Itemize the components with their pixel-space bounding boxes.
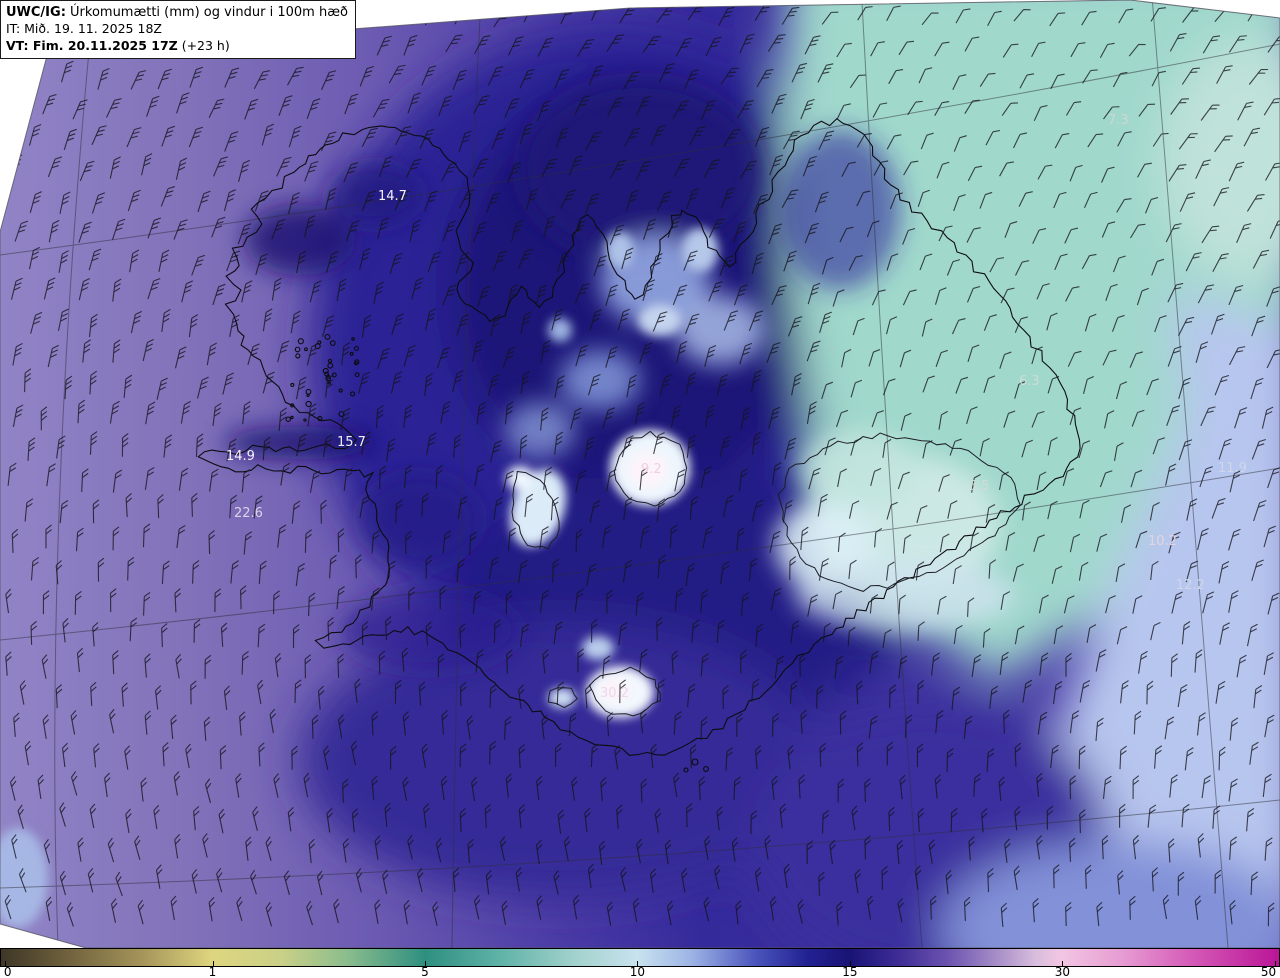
- precip-value-label: 10.2: [1148, 534, 1177, 549]
- colorbar-tick-labels: 0 1 5 10 15 30 50: [0, 965, 1280, 978]
- precip-wind-map: 14.7 15.7 14.9 22.6 9.2 30.2 7.3 6.3 6.5 11.9 10.2…: [0, 0, 1280, 948]
- init-time-line: IT: Mið. 19. 11. 2025 18Z: [6, 21, 348, 38]
- valid-label: VT:: [6, 37, 29, 53]
- map-canvas: 14.7 15.7 14.9 22.6 9.2 30.2 7.3 6.3 6.5 11.9 10.2…: [0, 0, 1280, 948]
- precip-value-label: 15.7: [337, 435, 366, 450]
- precip-value-label: 6.5: [969, 479, 990, 494]
- colorbar-tick-1: 1: [208, 965, 217, 978]
- colorbar-tick-15: 15: [842, 965, 858, 978]
- precipitation-field: [0, 0, 1280, 948]
- precip-value-label: 14.9: [226, 449, 255, 464]
- map-title-line: UWC/IG: Úrkomumætti (mm) og vindur i 100…: [6, 4, 348, 21]
- colorbar-tick-0: 0: [3, 965, 12, 978]
- precip-value-label: 30.2: [600, 686, 629, 701]
- valid-value: Fim. 20.11.2025 17Z: [28, 37, 178, 53]
- valid-offset: (+23 h): [177, 37, 230, 53]
- model-label: UWC/IG:: [6, 5, 66, 20]
- colorbar-tick-5: 5: [421, 965, 429, 978]
- colorbar-row: 0 1 5 10 15 30 50: [0, 948, 1280, 978]
- weather-map-app: 14.7 15.7 14.9 22.6 9.2 30.2 7.3 6.3 6.5 11.9 10.2…: [0, 0, 1280, 978]
- init-label: IT:: [6, 21, 21, 37]
- colorbar-tick-10: 10: [629, 965, 646, 978]
- precip-value-label: 7.3: [1108, 113, 1129, 128]
- precip-value-label: 6.3: [1019, 374, 1040, 389]
- colorbar-tick-50: 50: [1260, 965, 1277, 978]
- valid-time-line: VT: Fim. 20.11.2025 17Z (+23 h): [6, 38, 348, 55]
- colorbar-tick-30: 30: [1054, 965, 1071, 978]
- precip-value-label: 9.2: [641, 462, 662, 477]
- map-title: Úrkomumætti (mm) og vindur i 100m hæð: [65, 5, 348, 20]
- precip-value-label: 11.9: [1218, 461, 1247, 476]
- precip-value-label: 14.7: [378, 189, 407, 204]
- init-value: Mið. 19. 11. 2025 18Z: [20, 21, 162, 37]
- title-box: UWC/IG: Úrkomumætti (mm) og vindur i 100…: [0, 0, 356, 60]
- precip-value-label: 22.6: [234, 506, 263, 521]
- precip-value-label: 12.2: [1176, 578, 1205, 593]
